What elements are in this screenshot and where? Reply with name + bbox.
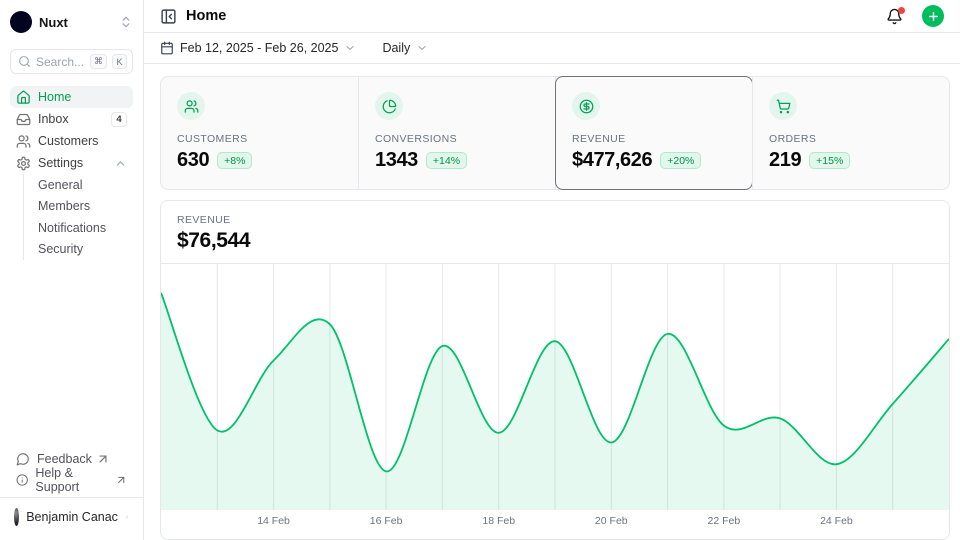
x-tick-label: 18 Feb xyxy=(482,515,515,527)
sidebar-subitem-members[interactable]: Members xyxy=(24,196,133,218)
sidebar-spacer xyxy=(10,260,133,448)
stat-label: CUSTOMERS xyxy=(177,133,342,145)
stat-value: 1343 xyxy=(375,149,418,172)
date-range-picker[interactable]: Feb 12, 2025 - Feb 26, 2025 xyxy=(160,41,356,55)
sidebar-item-label: Customers xyxy=(38,134,127,148)
house-icon xyxy=(16,90,31,105)
collapse-sidebar-button[interactable] xyxy=(160,8,177,25)
page-title: Home xyxy=(186,8,877,24)
stat-delta-badge: +20% xyxy=(660,152,701,169)
message-circle-icon xyxy=(16,452,30,466)
avatar xyxy=(14,508,19,526)
sidebar-divider xyxy=(0,497,143,498)
chevron-down-icon xyxy=(344,42,356,54)
user-menu[interactable]: Benjamin Canac xyxy=(10,504,133,530)
main-area: Home Feb 12, 2025 - Feb 26, 2025 Daily C… xyxy=(144,0,960,540)
search-placeholder: Search... xyxy=(36,55,85,69)
granularity-value: Daily xyxy=(382,41,410,55)
arrow-up-right-icon xyxy=(96,452,110,466)
kbd-cmd: ⌘ xyxy=(90,54,107,69)
stats-grid: CUSTOMERS 630 +8% CONVERSIONS 1343 +14% REVENU… xyxy=(160,76,950,190)
stat-icon-circle xyxy=(572,92,600,120)
search-input[interactable]: Search... ⌘ K xyxy=(10,49,133,74)
chart-metric-label: REVENUE xyxy=(177,214,933,226)
users-icon xyxy=(184,99,199,114)
plus-icon xyxy=(927,10,940,23)
app-window: Nuxt Search... ⌘ K Home Inbox 4 Customers Se… xyxy=(0,0,960,540)
date-range-value: Feb 12, 2025 - Feb 26, 2025 xyxy=(180,41,338,55)
sidebar-link-help-support[interactable]: Help & Support xyxy=(10,469,133,490)
users-icon xyxy=(16,134,31,149)
stat-value: $477,626 xyxy=(572,149,652,172)
notification-dot xyxy=(898,7,905,14)
x-tick-label: 16 Feb xyxy=(370,515,403,527)
stat-card-revenue[interactable]: REVENUE $477,626 +20% xyxy=(555,77,752,189)
search-icon xyxy=(18,55,31,68)
chevron-down-icon xyxy=(416,42,428,54)
link-label: Feedback xyxy=(37,452,92,466)
x-tick-label: 20 Feb xyxy=(595,515,628,527)
chart-metric-value: $76,544 xyxy=(177,229,933,253)
sidebar-item-label: Settings xyxy=(38,156,107,170)
stat-label: CONVERSIONS xyxy=(375,133,539,145)
nuxt-logo-icon xyxy=(10,11,32,33)
dashboard-content: CUSTOMERS 630 +8% CONVERSIONS 1343 +14% REVENU… xyxy=(144,64,960,540)
settings-icon xyxy=(16,156,31,171)
sidebar-nav: Home Inbox 4 Customers Settings GeneralMember… xyxy=(10,86,133,260)
stat-icon-circle xyxy=(769,92,797,120)
chart-header: REVENUE $76,544 xyxy=(161,201,949,264)
sidebar-item-customers[interactable]: Customers xyxy=(10,130,133,152)
arrow-up-right-icon xyxy=(115,473,127,487)
chart-pie-icon xyxy=(382,99,397,114)
calendar-icon xyxy=(160,41,174,55)
sidebar-subitem-general[interactable]: General xyxy=(24,174,133,196)
workspace-selector[interactable]: Nuxt xyxy=(10,10,133,34)
sidebar-item-label: Inbox xyxy=(38,112,104,126)
shopping-cart-icon xyxy=(776,99,791,114)
stat-label: ORDERS xyxy=(769,133,933,145)
granularity-select[interactable]: Daily xyxy=(382,41,428,55)
chevron-up-icon xyxy=(114,157,127,170)
stat-delta-badge: +8% xyxy=(217,152,252,169)
stat-delta-badge: +14% xyxy=(426,152,467,169)
stat-card-conversions[interactable]: CONVERSIONS 1343 +14% xyxy=(358,77,555,189)
user-name: Benjamin Canac xyxy=(26,510,118,524)
sidebar-footer-links: Feedback Help & Support xyxy=(10,448,133,490)
workspace-name: Nuxt xyxy=(39,15,112,30)
page-header: Home xyxy=(144,0,960,33)
stat-icon-circle xyxy=(177,92,205,120)
stat-value: 630 xyxy=(177,149,209,172)
link-label: Help & Support xyxy=(35,466,110,494)
revenue-chart-card: REVENUE $76,544 14 Feb 16 Feb 18 Feb 20 Feb… xyxy=(160,200,950,540)
stat-value: 219 xyxy=(769,149,801,172)
stat-label: REVENUE xyxy=(572,133,736,145)
stat-card-customers[interactable]: CUSTOMERS 630 +8% xyxy=(161,77,358,189)
sidebar-item-inbox[interactable]: Inbox 4 xyxy=(10,108,133,130)
sidebar-subitem-security[interactable]: Security xyxy=(24,239,133,261)
inbox-count-badge: 4 xyxy=(111,112,127,127)
chevrons-up-down-icon xyxy=(119,15,133,29)
x-tick-label: 22 Feb xyxy=(707,515,740,527)
filters-toolbar: Feb 12, 2025 - Feb 26, 2025 Daily xyxy=(144,33,960,64)
inbox-icon xyxy=(16,112,31,127)
stat-delta-badge: +15% xyxy=(809,152,850,169)
sidebar-item-label: Home xyxy=(38,90,127,104)
x-axis-ticks: 14 Feb 16 Feb 18 Feb 20 Feb 22 Feb 24 Feb xyxy=(161,510,949,534)
sidebar: Nuxt Search... ⌘ K Home Inbox 4 Customers Se… xyxy=(0,0,144,540)
info-icon xyxy=(16,473,28,487)
kbd-k: K xyxy=(112,54,127,69)
notifications-button[interactable] xyxy=(886,8,903,25)
sidebar-item-settings[interactable]: Settings xyxy=(10,152,133,174)
sidebar-subitem-notifications[interactable]: Notifications xyxy=(24,217,133,239)
settings-subnav: GeneralMembersNotificationsSecurity xyxy=(23,174,133,260)
revenue-area-chart[interactable] xyxy=(161,264,949,510)
sidebar-item-home[interactable]: Home xyxy=(10,86,133,108)
add-new-button[interactable] xyxy=(922,5,944,27)
stat-card-orders[interactable]: ORDERS 219 +15% xyxy=(752,77,949,189)
x-tick-label: 24 Feb xyxy=(820,515,853,527)
stat-icon-circle xyxy=(375,92,403,120)
circle-dollar-sign-icon xyxy=(579,99,594,114)
x-tick-label: 14 Feb xyxy=(257,515,290,527)
chevrons-up-down-icon xyxy=(125,510,129,524)
